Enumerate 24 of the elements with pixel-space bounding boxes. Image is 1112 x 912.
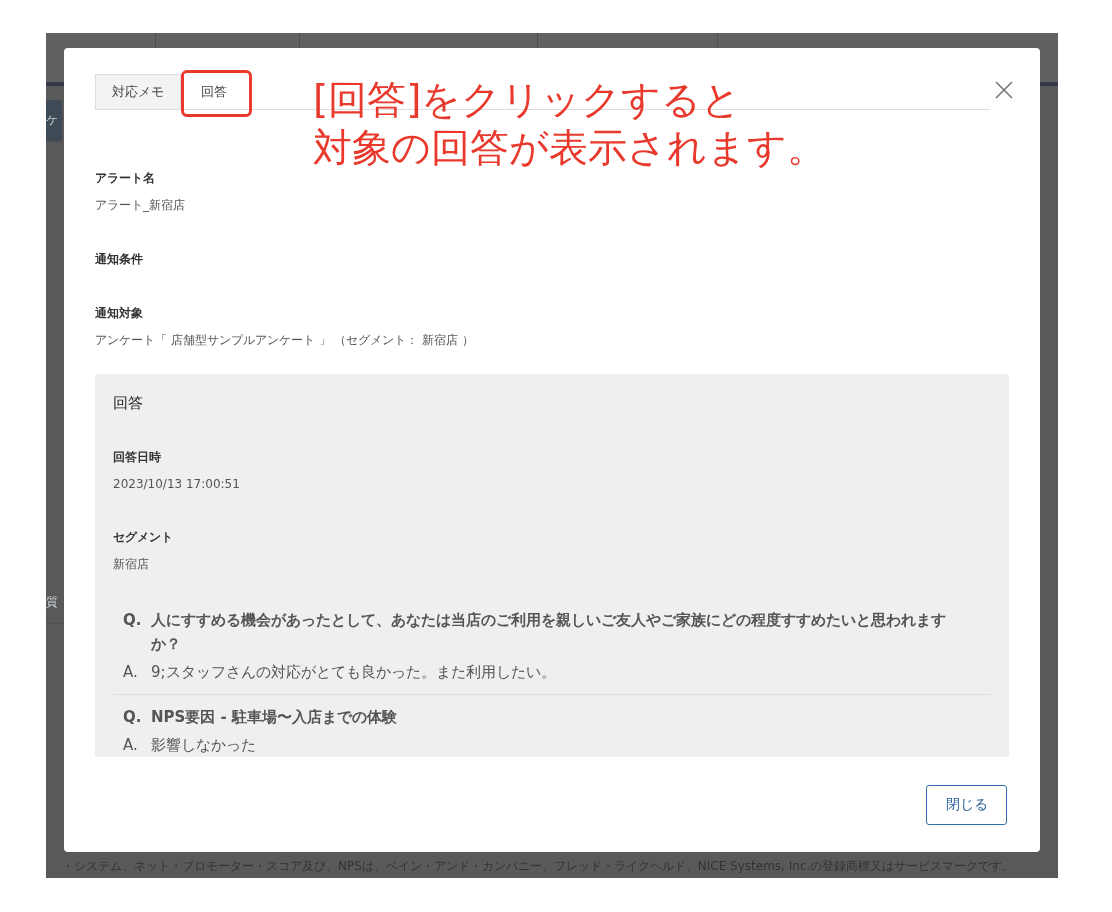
field-value: 2023/10/13 17:00:51 <box>113 476 241 493</box>
answer-marker: A. <box>123 662 139 683</box>
field-value: アラート_新宿店 <box>95 197 186 214</box>
field-label: 回答日時 <box>113 449 162 466</box>
panel-title: 回答 <box>113 394 144 414</box>
field-label: アラート名 <box>95 170 156 187</box>
question-text: 人にすすめる機会があったとして、あなたは当店のご利用を親しいご友人やご家族にどの程度すすめたいと思われますか？ <box>151 610 947 655</box>
field-label: セグメント <box>113 529 174 546</box>
question-marker: Q. <box>123 707 143 728</box>
annotation-text: [回答]をクリックすると 対象の回答が表示されます。 <box>313 76 826 172</box>
field-value: アンケート「 店舗型サンプルアンケート 」 （セグメント： 新宿店 ） <box>95 332 476 349</box>
field-value: 新宿店 <box>113 556 150 573</box>
sidebar-item[interactable]: ケ <box>46 100 62 142</box>
question-marker: Q. <box>123 610 143 631</box>
answer-text: 影響しなかった <box>151 735 256 756</box>
field-label: 通知対象 <box>95 305 144 322</box>
answer-text: 9;スタッフさんの対応がとても良かった。また利用したい。 <box>151 662 556 683</box>
tab[interactable]: 対応メモ <box>95 74 181 109</box>
question-text: NPS要因 - 駐車場〜入店までの体験 <box>151 707 398 728</box>
field-label: 通知条件 <box>95 251 144 268</box>
close-icon[interactable] <box>995 81 1013 99</box>
close-button[interactable]: 閉じる <box>926 785 1007 825</box>
sidebar-item[interactable]: 質 <box>46 582 62 624</box>
answer-marker: A. <box>123 735 139 756</box>
